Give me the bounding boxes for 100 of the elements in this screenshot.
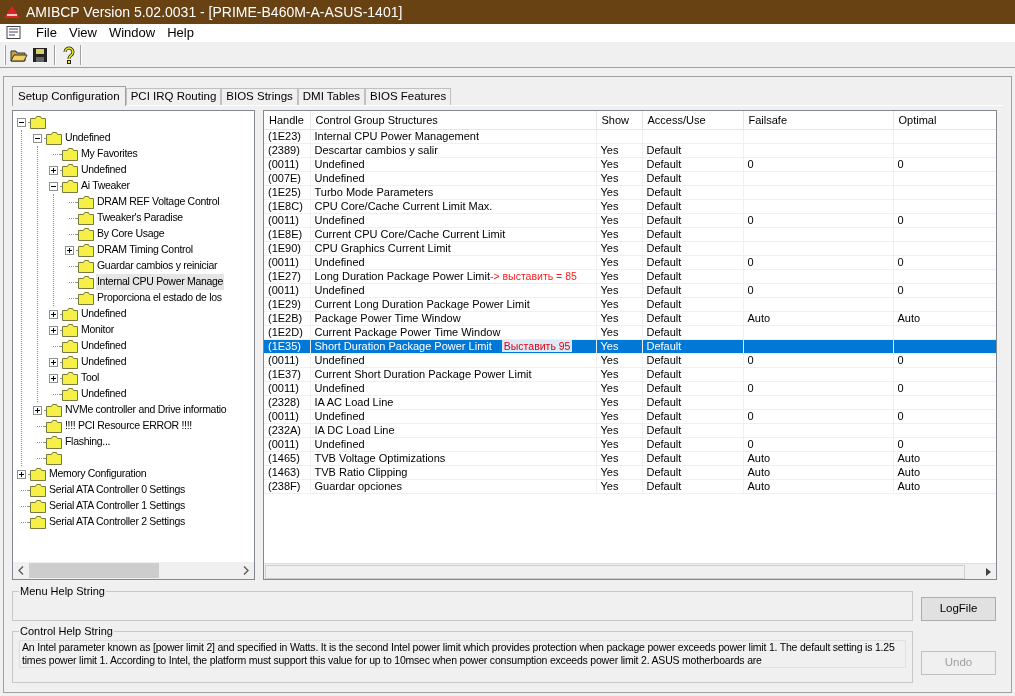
- tree-item[interactable]: Internal CPU Power Manage: [96, 274, 225, 290]
- table-row[interactable]: (1E90) CPU Graphics Current Limit Yes Default: [264, 241, 996, 255]
- table-cell: Yes: [596, 451, 642, 465]
- tree-item[interactable]: Undefined: [80, 162, 128, 178]
- table-cell: TVB Voltage Optimizations: [314, 451, 446, 464]
- collapse-toggle-icon[interactable]: [48, 181, 58, 191]
- table-cell: Yes: [596, 423, 642, 437]
- table-row[interactable]: (0011) Undefined Yes Default 0 0: [264, 353, 996, 367]
- column-header[interactable]: Show: [596, 111, 642, 129]
- table-row[interactable]: (1E27) Long Duration Package Power Limit-> выставить = 85 Yes Default: [264, 269, 996, 283]
- tree-item[interactable]: DRAM REF Voltage Control: [96, 194, 221, 210]
- scroll-right-icon[interactable]: [986, 567, 991, 576]
- expand-toggle-icon[interactable]: [48, 373, 58, 383]
- table-row[interactable]: (2389) Descartar cambios y salir Yes Default: [264, 143, 996, 157]
- document-icon[interactable]: [6, 26, 22, 40]
- table-row[interactable]: (007E) Undefined Yes Default: [264, 171, 996, 185]
- menu-item[interactable]: View: [62, 23, 103, 43]
- tree-item[interactable]: Proporciona el estado de los: [96, 290, 223, 306]
- expand-toggle-icon[interactable]: [48, 309, 58, 319]
- table-row[interactable]: (1E8C) CPU Core/Cache Current Limit Max. Yes Default: [264, 199, 996, 213]
- tree-item[interactable]: Undefined: [64, 130, 112, 146]
- table-row[interactable]: (1E2B) Package Power Time Window Yes Default Auto Auto: [264, 311, 996, 325]
- table-cell: Short Duration Package Power Limit: [314, 339, 492, 352]
- folder-icon: [46, 403, 62, 417]
- tree-item[interactable]: Undefined: [80, 354, 128, 370]
- tree-item[interactable]: Undefined: [80, 306, 128, 322]
- tree-item[interactable]: Guardar cambios y reiniciar: [96, 258, 219, 274]
- expand-toggle-icon[interactable]: [48, 165, 58, 175]
- menu-item[interactable]: File: [30, 23, 63, 43]
- table-row[interactable]: (0011) Undefined Yes Default 0 0: [264, 381, 996, 395]
- folder-icon: [78, 195, 94, 209]
- tree-item[interactable]: Tweaker's Paradise: [96, 210, 184, 226]
- tree-item[interactable]: Undefined: [80, 386, 128, 402]
- tab[interactable]: PCI IRQ Routing: [125, 88, 222, 105]
- scroll-left-icon[interactable]: [18, 566, 24, 575]
- horizontal-scrollbar[interactable]: [13, 562, 254, 579]
- column-header[interactable]: Control Group Structures: [310, 111, 596, 129]
- tree-item[interactable]: Monitor: [80, 322, 115, 338]
- folder-icon: [78, 291, 94, 305]
- column-header[interactable]: Handle: [264, 111, 310, 129]
- tree-item[interactable]: Serial ATA Controller 0 Settings: [48, 482, 186, 498]
- tree-item[interactable]: Tool: [80, 370, 101, 386]
- expand-toggle-icon[interactable]: [32, 405, 42, 415]
- folder-icon: [46, 131, 62, 145]
- table-cell: Default: [642, 143, 743, 157]
- table-row[interactable]: (0011) Undefined Yes Default 0 0: [264, 157, 996, 171]
- table-row[interactable]: (0011) Undefined Yes Default 0 0: [264, 283, 996, 297]
- table-cell: Yes: [596, 311, 642, 325]
- tree-item[interactable]: Undefined: [80, 338, 128, 354]
- table-row[interactable]: (1E2D) Current Package Power Time Window Yes Default: [264, 325, 996, 339]
- table-row[interactable]: (0011) Undefined Yes Default 0 0: [264, 409, 996, 423]
- table-row[interactable]: (0011) Undefined Yes Default 0 0: [264, 437, 996, 451]
- expand-toggle-icon[interactable]: [16, 469, 26, 479]
- menu-item[interactable]: Window: [102, 23, 162, 43]
- table-row[interactable]: (1463) TVB Ratio Clipping Yes Default Auto Auto: [264, 465, 996, 479]
- tab[interactable]: DMI Tables: [297, 88, 366, 105]
- tab[interactable]: BIOS Features: [365, 88, 452, 105]
- table-row[interactable]: (1E25) Turbo Mode Parameters Yes Default: [264, 185, 996, 199]
- collapse-toggle-icon[interactable]: [32, 133, 42, 143]
- column-header[interactable]: Optimal: [893, 111, 996, 129]
- column-header[interactable]: Access/Use: [642, 111, 743, 129]
- column-header[interactable]: Failsafe: [743, 111, 893, 129]
- tree-item[interactable]: Serial ATA Controller 1 Settings: [48, 498, 186, 514]
- table-row[interactable]: (1E23) Internal CPU Power Management: [264, 129, 996, 143]
- table-cell: (0011): [264, 409, 310, 423]
- table-row[interactable]: (0011) Undefined Yes Default 0 0: [264, 213, 996, 227]
- table-row[interactable]: (2328) IA AC Load Line Yes Default: [264, 395, 996, 409]
- folder-icon: [78, 211, 94, 225]
- table-row[interactable]: (1465) TVB Voltage Optimizations Yes Default Auto Auto: [264, 451, 996, 465]
- table-row[interactable]: (1E37) Current Short Duration Package Power Limit Yes Default: [264, 367, 996, 381]
- table-row[interactable]: (232A) IA DC Load Line Yes Default: [264, 423, 996, 437]
- tree-item[interactable]: DRAM Timing Control: [96, 242, 194, 258]
- collapse-toggle-icon[interactable]: [16, 117, 26, 127]
- expand-toggle-icon[interactable]: [64, 245, 74, 255]
- help-icon[interactable]: [62, 45, 76, 64]
- tree-item[interactable]: NVMe controller and Drive informatio: [64, 402, 228, 418]
- tree-item[interactable]: My Favorites: [80, 146, 139, 162]
- menu-item[interactable]: Help: [161, 23, 200, 43]
- scroll-right-icon[interactable]: [243, 566, 249, 575]
- table-cell: Default: [642, 395, 743, 409]
- expand-toggle-icon[interactable]: [48, 325, 58, 335]
- tab[interactable]: Setup Configuration: [12, 86, 126, 106]
- expand-toggle-icon[interactable]: [48, 357, 58, 367]
- table-row[interactable]: (1E8E) Current CPU Core/Cache Current Limit Yes Default: [264, 227, 996, 241]
- save-icon[interactable]: [32, 46, 48, 63]
- tree-item[interactable]: Serial ATA Controller 2 Settings: [48, 514, 186, 530]
- table-cell: Auto: [893, 451, 996, 465]
- tree-item[interactable]: Flashing...: [64, 434, 112, 450]
- table-row[interactable]: (0011) Undefined Yes Default 0 0: [264, 255, 996, 269]
- tree-item[interactable]: !!!! PCI Resource ERROR !!!!: [64, 418, 193, 434]
- scrollbar-thumb[interactable]: [29, 563, 159, 578]
- tab[interactable]: BIOS Strings: [221, 88, 298, 105]
- table-cell: Undefined: [314, 255, 365, 268]
- tree-item[interactable]: Memory Configuration: [48, 466, 148, 482]
- dialog-button[interactable]: LogFile: [921, 597, 996, 621]
- tree-item[interactable]: By Core Usage: [96, 226, 166, 242]
- table-row[interactable]: (238F) Guardar opciones Yes Default Auto Auto: [264, 479, 996, 493]
- tree-item[interactable]: Ai Tweaker: [80, 178, 131, 194]
- table-row[interactable]: (1E29) Current Long Duration Package Power Limit Yes Default: [264, 297, 996, 311]
- table-cell: Default: [642, 339, 743, 353]
